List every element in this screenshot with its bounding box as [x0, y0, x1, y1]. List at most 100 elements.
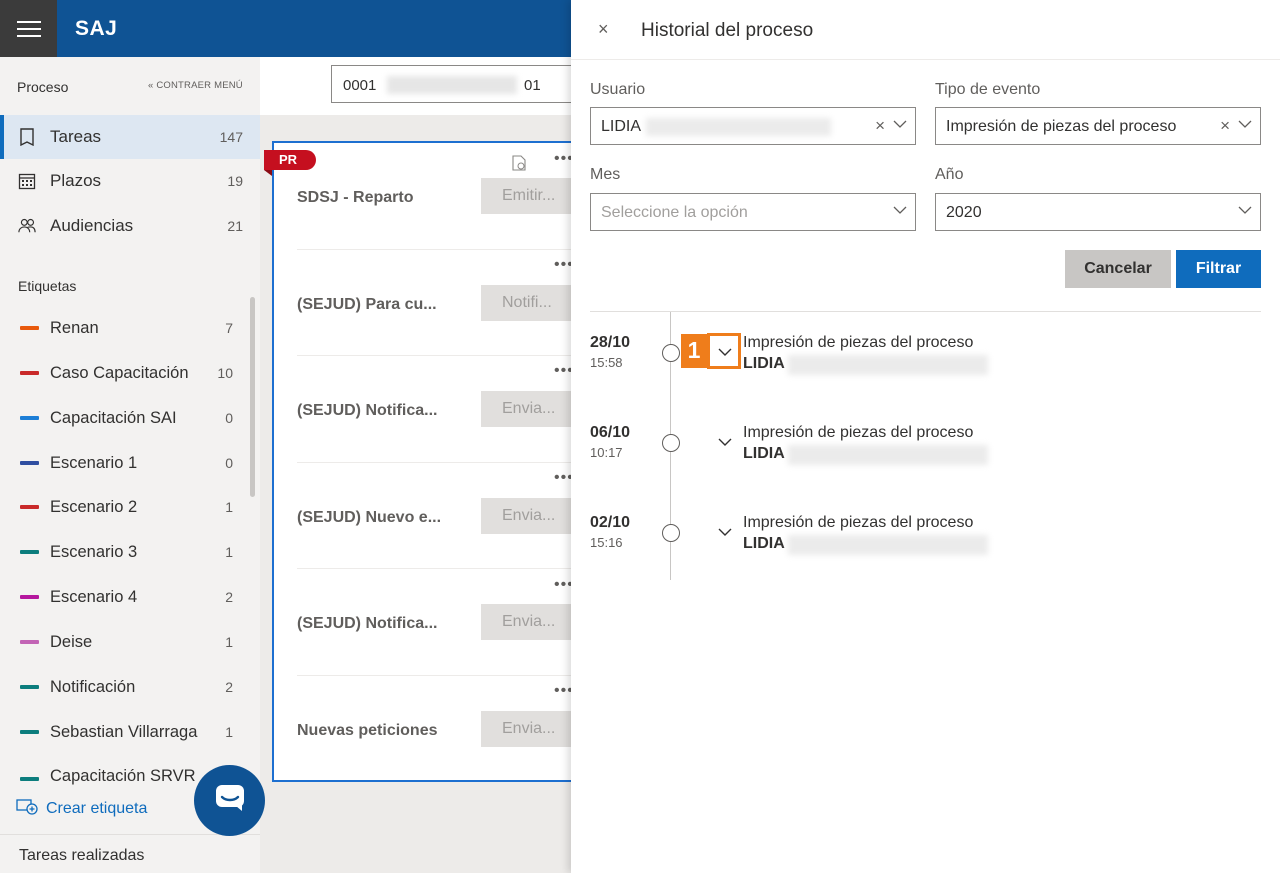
task-action-button[interactable]: Envia...	[481, 498, 581, 534]
sidebar-item-audiencias[interactable]: Audiencias 21	[0, 204, 260, 248]
tag-label: Escenario 3	[50, 542, 138, 561]
tag-item[interactable]: Caso Capacitación 10	[0, 355, 250, 391]
clear-icon[interactable]: ×	[875, 116, 885, 136]
tag-label: Renan	[50, 318, 99, 337]
tag-color-bar	[20, 640, 39, 644]
user-filter-label: Usuario	[590, 81, 646, 98]
tag-item[interactable]: Escenario 4 2	[0, 579, 250, 615]
create-tag-button[interactable]: Crear etiqueta	[16, 797, 147, 820]
collapse-menu-button[interactable]: « CONTRAER MENÚ	[148, 80, 243, 91]
task-row[interactable]: ••• (SEJUD) Notifica... Envia...	[297, 576, 581, 676]
app-brand: SAJ	[75, 17, 118, 40]
event-user: LIDIA	[743, 535, 785, 552]
month-filter-label: Mes	[590, 166, 621, 183]
filter-button[interactable]: Filtrar	[1176, 250, 1261, 288]
tag-label: Deise	[50, 632, 93, 651]
task-row[interactable]: ••• SDSJ - Reparto Emitir...	[297, 150, 581, 250]
task-title: (SEJUD) Notifica...	[297, 402, 438, 419]
task-action-button[interactable]: Envia...	[481, 604, 581, 640]
history-panel: × Historial del proceso Usuario LIDIA × …	[571, 0, 1280, 873]
event-time: 15:16	[590, 535, 623, 550]
user-select[interactable]: LIDIA ×	[590, 107, 916, 145]
tag-item[interactable]: Escenario 3 1	[0, 534, 250, 570]
sidebar-scrollbar[interactable]	[250, 297, 255, 497]
expand-chevron-icon[interactable]	[715, 432, 735, 452]
task-row[interactable]: ••• (SEJUD) Nuevo e... Envia...	[297, 469, 581, 569]
chevron-down-icon[interactable]	[893, 203, 907, 217]
divider	[297, 249, 577, 250]
timeline-node-icon	[662, 344, 680, 362]
tag-count: 0	[225, 410, 233, 426]
sidebar-item-count: 21	[227, 218, 243, 234]
close-icon[interactable]: ×	[598, 19, 609, 40]
calendar-icon	[18, 172, 36, 190]
cancel-button[interactable]: Cancelar	[1065, 250, 1171, 288]
clear-icon[interactable]: ×	[1220, 116, 1230, 136]
tag-item[interactable]: Sebastian Villarraga 1	[0, 714, 250, 750]
tag-color-bar	[20, 777, 39, 781]
task-action-button[interactable]: Envia...	[481, 391, 581, 427]
year-filter-label: Año	[935, 166, 964, 183]
timeline-node-icon	[662, 524, 680, 542]
process-number-input[interactable]: 0001 01	[331, 65, 591, 103]
tags-header: Etiquetas	[18, 278, 77, 294]
divider	[297, 462, 577, 463]
event-date: 06/10	[590, 424, 631, 441]
history-event: 06/10 10:17 Impresión de piezas del proc…	[571, 424, 1280, 484]
divider	[590, 311, 1261, 312]
tag-count: 7	[225, 320, 233, 336]
chevron-down-icon[interactable]	[1238, 117, 1252, 131]
tag-count: 0	[225, 455, 233, 471]
task-title: Nuevas peticiones	[297, 722, 438, 739]
tag-color-bar	[20, 685, 39, 689]
tag-color-bar	[20, 461, 39, 465]
hamburger-menu-icon[interactable]	[0, 0, 57, 57]
tag-item[interactable]: Capacitación SAI 0	[0, 400, 250, 436]
tag-item[interactable]: Deise 1	[0, 624, 250, 660]
timeline-node-icon	[662, 434, 680, 452]
event-type: Impresión de piezas del proceso	[743, 334, 974, 351]
tag-label: Sebastian Villarraga	[50, 722, 198, 741]
chat-support-button[interactable]	[194, 765, 265, 836]
create-tag-label: Crear etiqueta	[46, 799, 148, 817]
tag-item[interactable]: Escenario 2 1	[0, 489, 250, 525]
sidebar-item-tareas[interactable]: Tareas 147	[0, 115, 260, 159]
event-type-select[interactable]: Impresión de piezas del proceso ×	[935, 107, 1261, 145]
year-select[interactable]: 2020	[935, 193, 1261, 231]
sidebar-item-label: Plazos	[50, 171, 102, 190]
add-tag-icon	[16, 797, 38, 820]
step-marker: 1	[681, 334, 707, 368]
chevron-down-icon[interactable]	[1238, 203, 1252, 217]
task-action-button[interactable]: Emitir...	[481, 178, 581, 214]
tag-label: Caso Capacitación	[50, 363, 189, 382]
tag-color-bar	[20, 505, 39, 509]
task-action-button[interactable]: Notifi...	[481, 285, 581, 321]
task-action-button[interactable]: Envia...	[481, 711, 581, 747]
chevron-down-icon[interactable]	[893, 117, 907, 131]
sidebar-item-plazos[interactable]: Plazos 19	[0, 159, 260, 203]
task-row[interactable]: ••• Nuevas peticiones Envia...	[297, 682, 581, 782]
tag-label: Notificación	[50, 677, 136, 696]
task-title: SDSJ - Reparto	[297, 189, 414, 206]
redacted-area	[646, 118, 831, 136]
sidebar-footer[interactable]: Tareas realizadas	[0, 834, 260, 873]
tag-item[interactable]: Renan 7	[0, 310, 250, 346]
task-row[interactable]: ••• (SEJUD) Para cu... Notifi...	[297, 256, 581, 356]
redacted-area	[387, 76, 517, 94]
tag-count: 10	[217, 365, 233, 381]
expand-chevron-icon[interactable]	[715, 522, 735, 542]
task-row[interactable]: ••• (SEJUD) Notifica... Envia...	[297, 362, 581, 462]
month-select[interactable]: Seleccione la opción	[590, 193, 916, 231]
event-type-filter-label: Tipo de evento	[935, 81, 1041, 98]
tag-label: Escenario 2	[50, 497, 138, 516]
process-number-start: 0001	[343, 77, 377, 94]
tag-color-bar	[20, 730, 39, 734]
people-icon	[18, 217, 36, 235]
user-select-value: LIDIA	[601, 118, 642, 135]
redacted-area	[788, 535, 988, 555]
tag-count: 1	[225, 499, 233, 515]
tag-item[interactable]: Notificación 2	[0, 669, 250, 705]
event-type: Impresión de piezas del proceso	[743, 424, 974, 441]
tag-item[interactable]: Escenario 1 0	[0, 445, 250, 481]
event-type-select-value: Impresión de piezas del proceso	[946, 118, 1177, 135]
